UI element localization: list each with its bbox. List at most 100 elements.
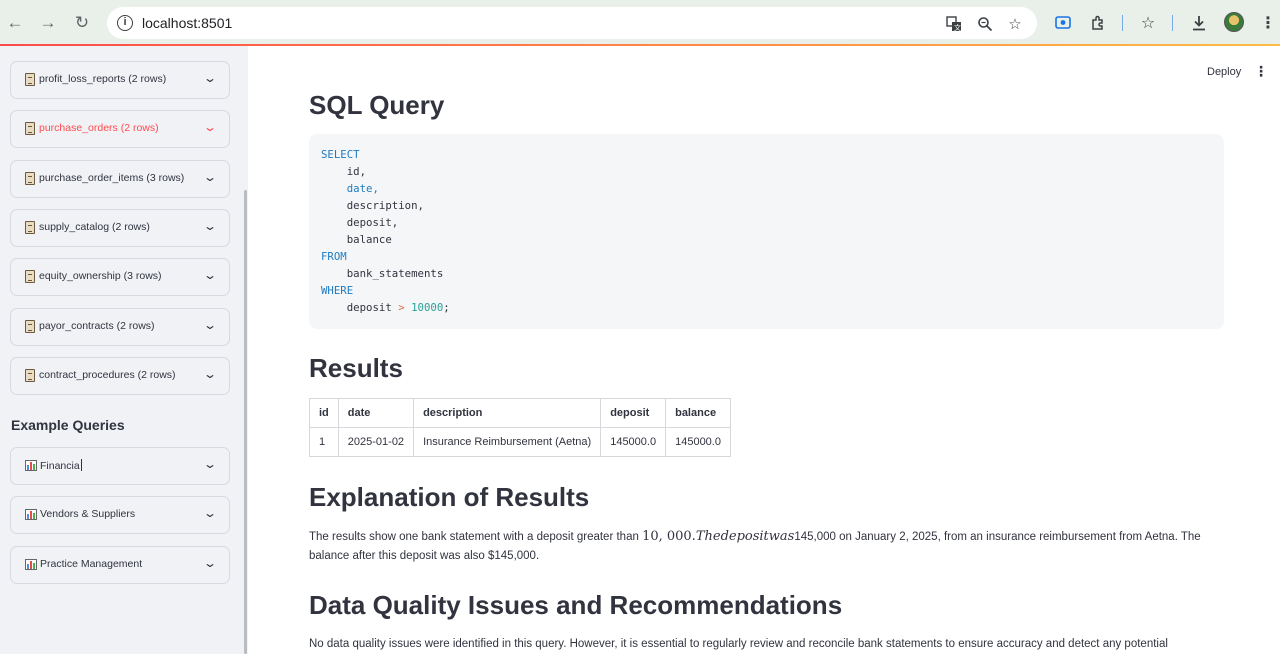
table-expander[interactable]: profit_loss_reports (2 rows) ⌄ (10, 61, 230, 99)
table-expander-label: payor_contracts (2 rows) (39, 319, 155, 332)
table-expander-label: contract_procedures (2 rows) (39, 368, 176, 381)
chevron-down-icon: ⌄ (202, 268, 218, 283)
sidebar-scrollbar[interactable] (244, 190, 247, 654)
table-cell: 1 (309, 427, 339, 457)
example-query-expander[interactable]: Vendors & Suppliers ⌄ (10, 496, 230, 535)
browser-menu-icon[interactable]: ⋮ (1257, 12, 1279, 34)
sql-column: description, (346, 199, 424, 212)
bookmark-star-icon[interactable]: ☆ (1005, 14, 1025, 34)
table-expander-label: purchase_orders (2 rows) (39, 122, 159, 135)
chevron-down-icon: ⌄ (202, 457, 218, 471)
table-expander[interactable]: equity_ownership (3 rows) ⌄ (10, 258, 230, 297)
table-expander[interactable]: purchase_order_items (3 rows) ⌄ (10, 159, 230, 198)
chevron-down-icon: ⌄ (202, 169, 218, 184)
deploy-button[interactable]: Deploy (1207, 66, 1241, 78)
data-quality-heading: Data Quality Issues and Recommendations (309, 590, 843, 620)
zoom-icon[interactable] (975, 14, 995, 34)
column-header: date (337, 398, 415, 428)
example-query-label: Practice Management (40, 557, 143, 570)
sql-keyword: FROM (321, 250, 347, 263)
column-header: balance (665, 398, 731, 428)
profile-avatar[interactable] (1224, 12, 1244, 32)
chevron-down-icon: ⌄ (202, 120, 218, 135)
chevron-down-icon: ⌄ (202, 218, 218, 233)
sql-keyword: WHERE (321, 284, 354, 297)
bookmarks-icon[interactable]: ☆ (1137, 12, 1159, 34)
table-cell: 145000.0 (600, 427, 667, 457)
example-query-expander[interactable]: Financia ⌄ (10, 447, 230, 485)
table-expander-label: profit_loss_reports (2 rows) (39, 73, 167, 85)
table-expander[interactable]: purchase_orders (2 rows) ⌄ (10, 110, 230, 149)
bar-chart-icon (25, 558, 37, 570)
data-quality-text: No data quality issues were identified i… (309, 638, 1168, 650)
sql-table: bank_statements (346, 267, 444, 280)
app-menu-icon[interactable]: ⋮ (1254, 63, 1268, 80)
reload-icon[interactable]: ↻ (71, 12, 93, 34)
explanation-text: The results show one bank statement with… (309, 527, 1239, 566)
table-expander[interactable]: supply_catalog (2 rows) ⌄ (10, 208, 230, 247)
sql-column: deposit, (346, 216, 399, 229)
sql-column: balance (346, 233, 392, 246)
sql-number: 10000 (411, 301, 444, 314)
example-query-label: Financia (40, 459, 82, 472)
results-heading: Results (309, 353, 403, 383)
bar-chart-icon (25, 460, 37, 471)
sidebar: profit_loss_reports (2 rows) ⌄ purchase_or… (0, 46, 248, 654)
download-icon[interactable] (1188, 12, 1210, 34)
chevron-down-icon: ⌄ (202, 506, 218, 521)
url-text[interactable]: localhost:8501 (142, 15, 232, 31)
clipboard-icon (25, 368, 35, 382)
example-queries-heading: Example Queries (11, 417, 125, 433)
main-content: Deploy ⋮ SQL Query SELECT id, date, desc… (248, 46, 1280, 654)
chevron-down-icon: ⌄ (202, 71, 218, 85)
clipboard-icon (25, 319, 35, 333)
sql-column: id, (346, 165, 367, 178)
explanation-heading: Explanation of Results (309, 482, 590, 512)
sql-terminator: ; (443, 301, 450, 314)
chevron-down-icon: ⌄ (202, 317, 218, 332)
table-cell: 2025-01-02 (337, 427, 415, 457)
forward-icon[interactable]: → (37, 12, 59, 34)
column-header: deposit (600, 398, 667, 428)
sql-query-heading: SQL Query (309, 90, 445, 120)
table-expander-label: supply_catalog (2 rows) (39, 220, 150, 233)
toolbar-divider (1122, 15, 1123, 31)
explanation-part: The results show one bank statement with… (309, 531, 643, 543)
clipboard-icon (25, 122, 35, 136)
svg-text:文: 文 (954, 23, 961, 32)
table-expander-label: equity_ownership (3 rows) (39, 270, 162, 283)
table-cell: Insurance Reimbursement (Aetna) (413, 427, 602, 457)
table-expander[interactable]: contract_procedures (2 rows) ⌄ (10, 356, 230, 395)
clipboard-icon (25, 171, 35, 185)
screen-cast-icon[interactable] (1052, 12, 1074, 34)
extensions-icon[interactable] (1087, 12, 1109, 34)
back-icon[interactable]: ← (4, 12, 26, 34)
clipboard-icon (25, 73, 35, 86)
sql-keyword: SELECT (321, 148, 360, 161)
example-query-label: Vendors & Suppliers (40, 508, 136, 521)
sql-column: date, (346, 182, 379, 195)
math-rendered-text: Thedepositwas (695, 529, 795, 544)
address-bar[interactable]: i localhost:8501 文 ☆ (107, 7, 1037, 39)
browser-toolbar: ← → ↻ i localhost:8501 文 ☆ ☆ ⋮ (0, 0, 1280, 46)
table-expander-label: purchase_order_items (3 rows) (39, 171, 185, 184)
sql-operator: > (398, 301, 405, 314)
math-rendered-text: 10, 000. (642, 529, 696, 544)
text-cursor (80, 459, 82, 471)
bar-chart-icon (25, 509, 37, 521)
toolbar-divider (1172, 15, 1173, 31)
column-header: description (413, 398, 602, 428)
table-cell: 145000.0 (665, 427, 731, 457)
chevron-down-icon: ⌄ (202, 555, 218, 570)
table-expander[interactable]: payor_contracts (2 rows) ⌄ (10, 307, 230, 346)
column-header: id (309, 398, 339, 428)
clipboard-icon (25, 270, 35, 284)
table-header-row: id date description deposit balance (309, 398, 731, 428)
example-query-expander[interactable]: Practice Management ⌄ (10, 545, 230, 584)
translate-icon[interactable]: 文 (944, 14, 964, 34)
results-table: id date description deposit balance 1 2025-01… (309, 398, 731, 457)
table-row: 1 2025-01-02 Insurance Reimbursement (Aetn… (309, 427, 731, 457)
site-info-icon[interactable]: i (117, 15, 133, 31)
sql-code-block[interactable]: SELECT id, date, description, deposit, b… (309, 134, 1224, 329)
clipboard-icon (25, 220, 35, 234)
